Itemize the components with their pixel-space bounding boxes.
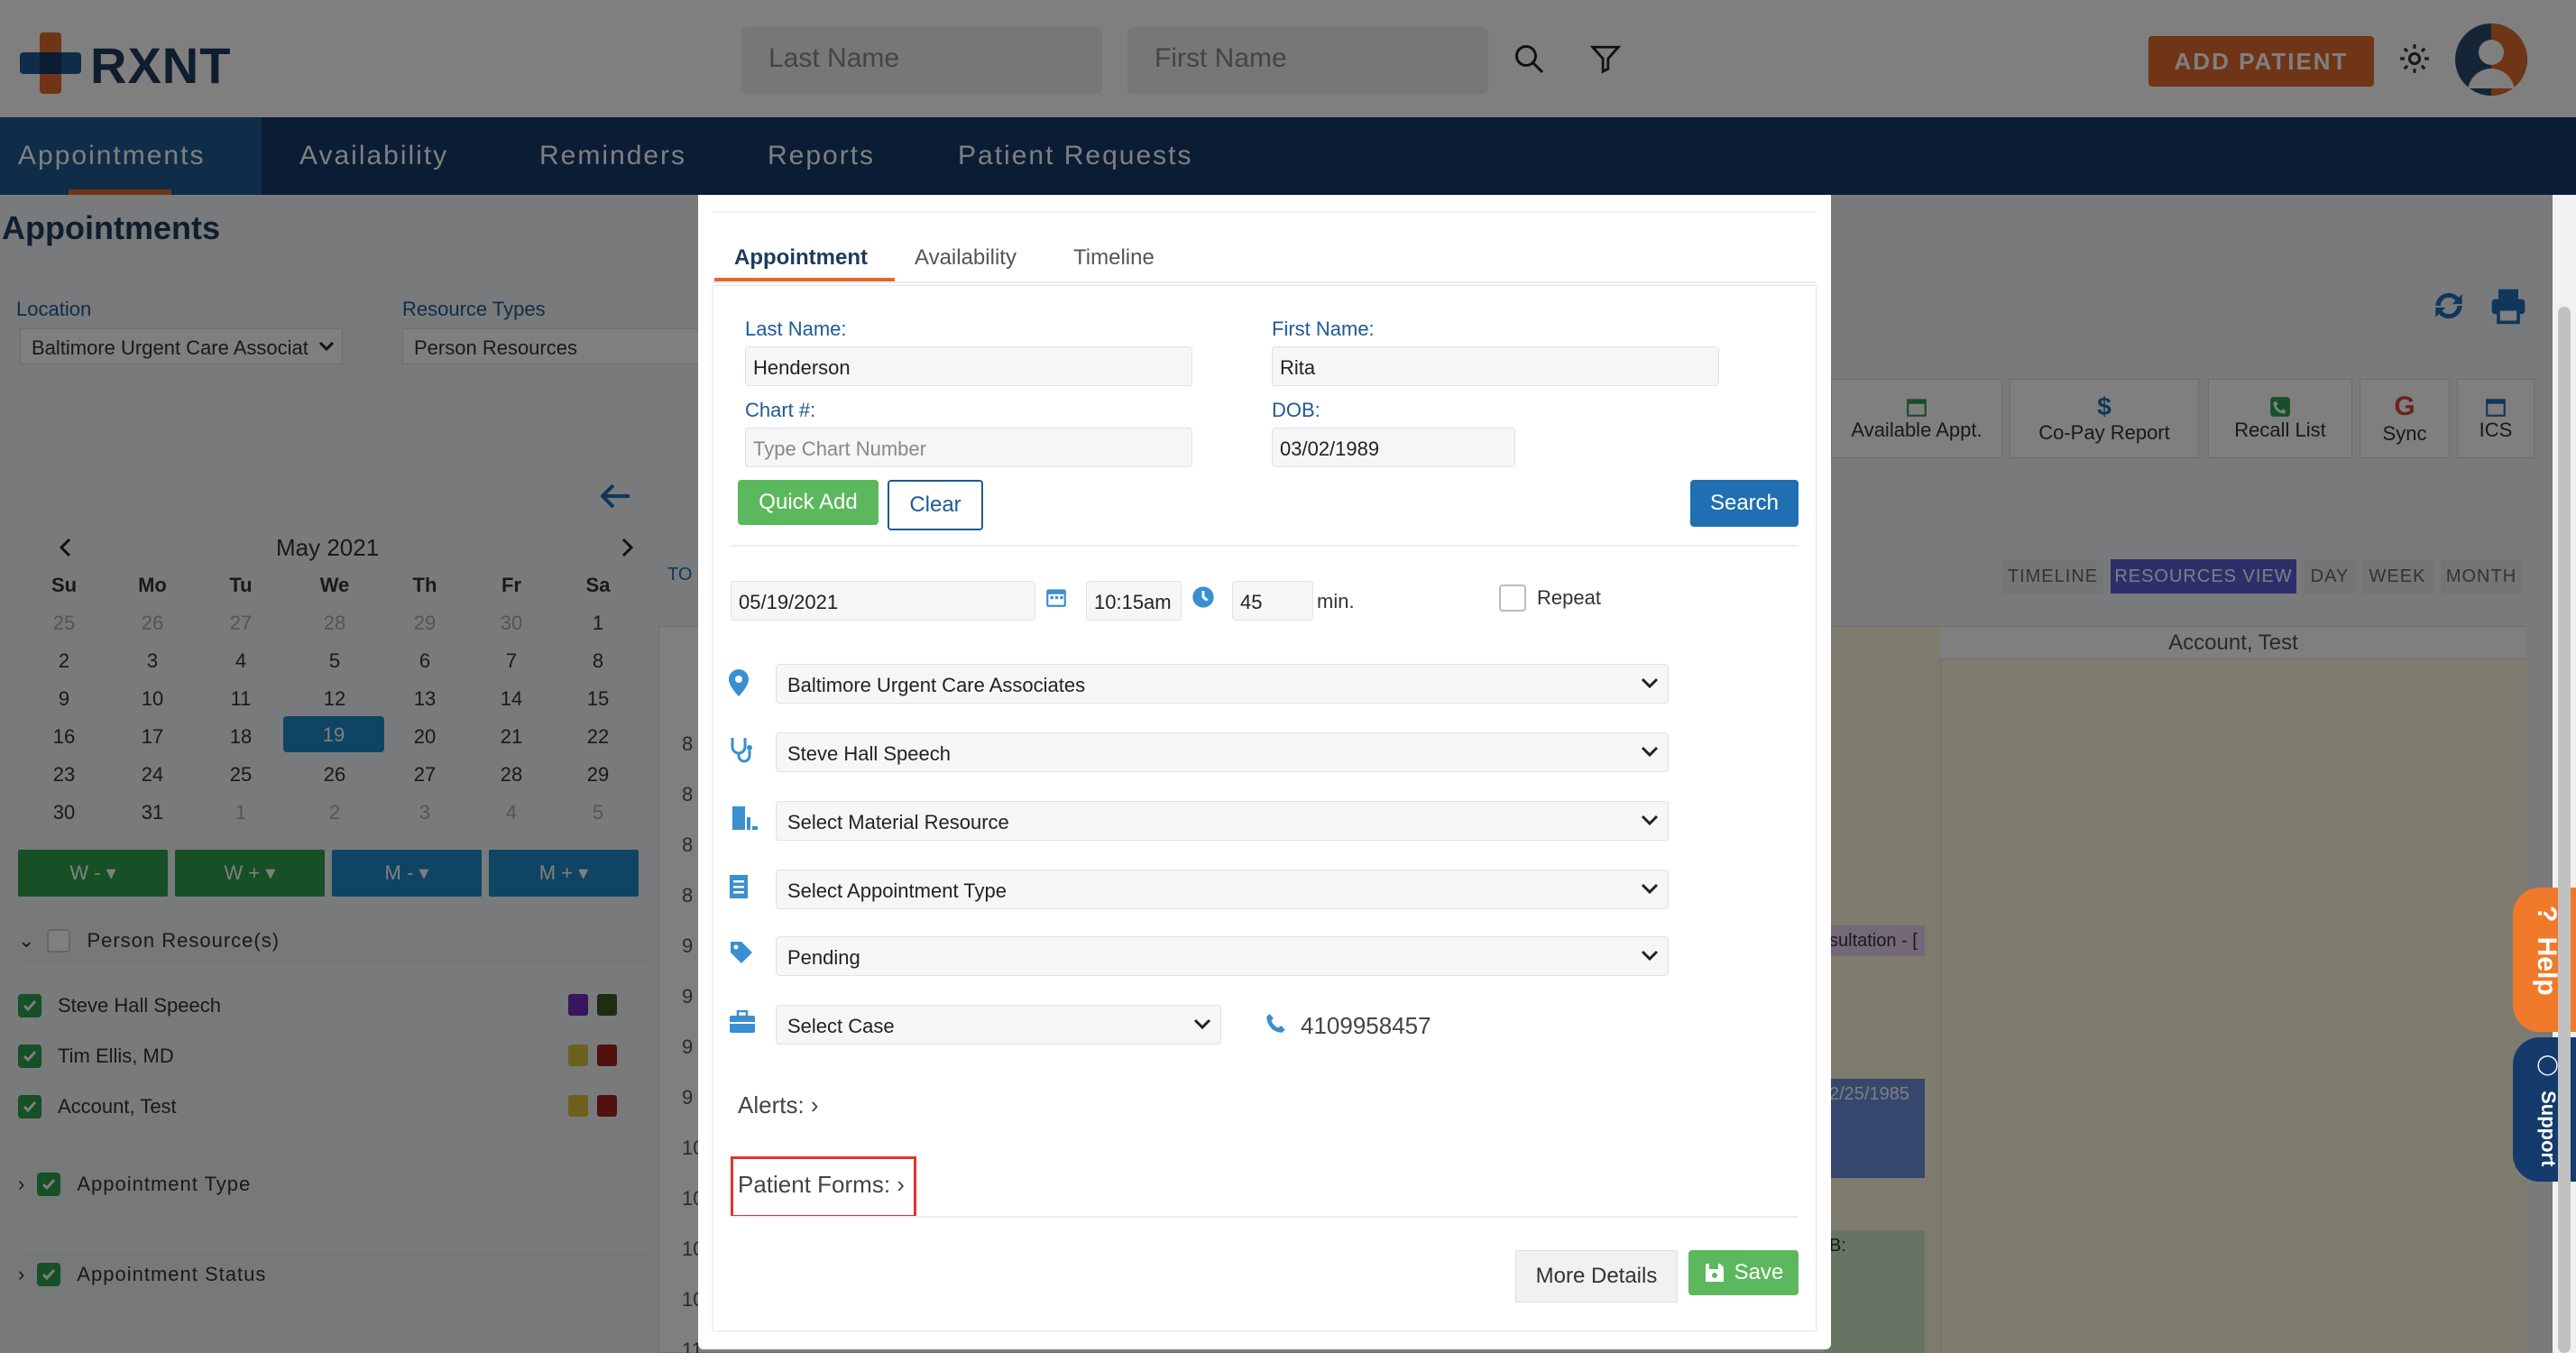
appointment-modal: Appointment Availability Timeline Last N… [698, 195, 1831, 1349]
tabs-divider [713, 281, 1817, 283]
repeat-label: Repeat [1537, 586, 1601, 609]
appointment-type-dropdown-value: Select Appointment Type [787, 879, 1007, 902]
chart-number-input[interactable]: Type Chart Number [745, 428, 1192, 467]
location-dropdown[interactable]: Baltimore Urgent Care Associates [776, 664, 1669, 704]
tab-appointment[interactable]: Appointment [734, 245, 868, 271]
support-text: Support [2537, 1091, 2560, 1167]
material-resource-dropdown-value: Select Material Resource [787, 811, 1009, 833]
briefcase-icon [729, 1009, 756, 1038]
chevron-down-icon [1641, 883, 1659, 895]
duration-input[interactable]: 45 [1232, 581, 1313, 621]
chevron-right-icon: › [810, 1091, 819, 1118]
chevron-down-icon [1641, 950, 1659, 962]
patient-forms-toggle[interactable]: Patient Forms: › [738, 1171, 905, 1199]
duration-unit: min. [1317, 590, 1355, 612]
clipboard-icon [729, 873, 749, 905]
appointment-time-input[interactable]: 10:15am [1086, 581, 1182, 621]
calendar-icon[interactable] [1044, 584, 1068, 614]
clear-button[interactable]: Clear [888, 480, 983, 530]
case-dropdown[interactable]: Select Case [776, 1005, 1221, 1045]
chart-number-label: Chart #: [745, 399, 816, 421]
provider-dropdown-value: Steve Hall Speech [787, 742, 951, 765]
chevron-down-icon [1193, 1018, 1211, 1030]
phone-icon [1265, 1012, 1288, 1040]
chat-icon: ◯ [2537, 1054, 2560, 1076]
dob-label: DOB: [1272, 399, 1320, 421]
tab-availability[interactable]: Availability [915, 245, 1017, 271]
status-dropdown[interactable]: Pending [776, 936, 1669, 976]
material-resource-dropdown[interactable]: Select Material Resource [776, 801, 1669, 841]
chevron-down-icon [1641, 815, 1659, 826]
tag-icon [729, 940, 754, 970]
last-name-input[interactable]: Henderson [745, 346, 1192, 386]
save-label: Save [1734, 1260, 1784, 1284]
more-details-button[interactable]: More Details [1515, 1250, 1678, 1302]
door-icon [729, 805, 758, 836]
last-name-label: Last Name: [745, 318, 847, 340]
patient-forms-label: Patient Forms: [738, 1171, 891, 1198]
dob-input[interactable]: 03/02/1989 [1272, 428, 1515, 467]
scrollbar-thumb[interactable] [2558, 307, 2571, 1353]
support-label: ◯ Support [2527, 1054, 2560, 1171]
status-dropdown-value: Pending [787, 946, 860, 969]
footer-divider [731, 1216, 1799, 1218]
alerts-label: Alerts: [738, 1091, 805, 1118]
stethoscope-icon [729, 736, 754, 768]
provider-dropdown[interactable]: Steve Hall Speech [776, 732, 1669, 772]
question-icon: ? [2532, 906, 2562, 923]
appointment-type-dropdown[interactable]: Select Appointment Type [776, 870, 1669, 909]
first-name-input[interactable]: Rita [1272, 346, 1719, 386]
case-dropdown-value: Select Case [787, 1015, 895, 1037]
patient-search-button[interactable]: Search [1690, 480, 1799, 527]
alerts-toggle[interactable]: Alerts: › [738, 1091, 819, 1119]
quick-add-button[interactable]: Quick Add [738, 480, 879, 525]
patient-phone: 4109958457 [1301, 1012, 1431, 1039]
repeat-checkbox[interactable] [1499, 584, 1526, 612]
clock-icon[interactable] [1191, 584, 1216, 614]
save-button[interactable]: Save [1688, 1250, 1799, 1295]
help-label: ? Help [2525, 906, 2562, 1014]
first-name-label: First Name: [1272, 318, 1375, 340]
chevron-right-icon: › [897, 1171, 905, 1198]
form-divider [731, 545, 1799, 547]
tab-timeline[interactable]: Timeline [1073, 245, 1155, 271]
chevron-down-icon [1641, 677, 1659, 689]
floppy-disk-icon [1705, 1264, 1724, 1282]
location-dropdown-value: Baltimore Urgent Care Associates [787, 674, 1086, 696]
location-pin-icon [729, 669, 749, 701]
appointment-date-input[interactable]: 05/19/2021 [731, 581, 1035, 621]
modal-top-divider [713, 211, 1817, 213]
chevron-down-icon [1641, 746, 1659, 758]
